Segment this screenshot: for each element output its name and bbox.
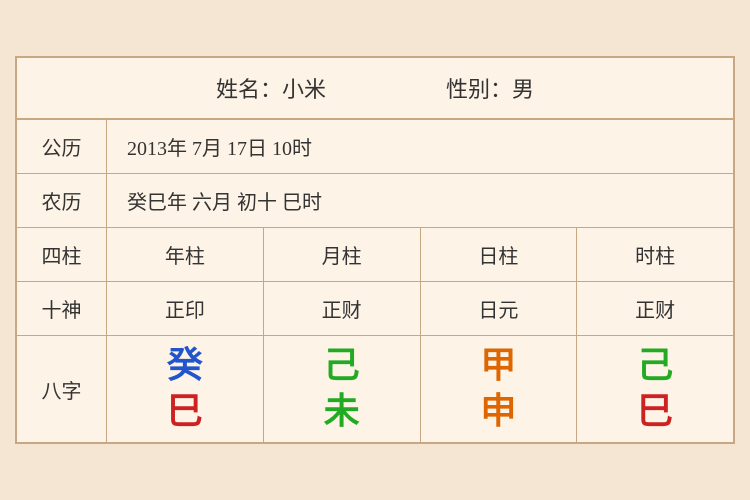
bazhi-label: 八字 [17,336,107,441]
bazhi-hour-top: 己 [637,346,673,386]
shishen-label: 十神 [17,282,107,335]
lunar-value: 癸巳年 六月 初十 巳时 [107,174,733,227]
bazhi-hour-bottom: 巳 [637,392,673,432]
main-container: 姓名：小米 性别：男 公历 2013年 7月 17日 10时 农历 癸巳年 六月… [15,56,735,443]
gender-label: 性别：男 [446,72,534,104]
solar-row: 公历 2013年 7月 17日 10时 [17,120,733,174]
lunar-row: 农历 癸巳年 六月 初十 巳时 [17,174,733,228]
solar-value: 2013年 7月 17日 10时 [107,120,733,173]
name-label: 姓名：小米 [216,72,326,104]
shishen-year: 正印 [107,282,264,335]
solar-label: 公历 [17,120,107,173]
bazhi-hour-cell: 己 巳 [577,336,733,441]
bazhi-year-cell: 癸 巳 [107,336,264,441]
shishen-hour: 正财 [577,282,733,335]
bazhi-year-bottom: 巳 [167,392,203,432]
bazhi-month-top: 己 [324,346,360,386]
hour-col-header: 时柱 [577,228,733,281]
bazhi-day-top: 甲 [480,346,516,386]
header-row: 姓名：小米 性别：男 [17,58,733,120]
bazhi-month-bottom: 未 [324,392,360,432]
month-col-header: 月柱 [264,228,421,281]
day-col-header: 日柱 [421,228,578,281]
lunar-label: 农历 [17,174,107,227]
sizhu-header-row: 四柱 年柱 月柱 日柱 时柱 [17,228,733,282]
bazhi-day-bottom: 申 [480,392,516,432]
shishen-row: 十神 正印 正财 日元 正财 [17,282,733,336]
year-col-header: 年柱 [107,228,264,281]
bazhi-month-cell: 己 未 [264,336,421,441]
sizhu-label: 四柱 [17,228,107,281]
shishen-day: 日元 [421,282,578,335]
bazhi-year-top: 癸 [167,346,203,386]
shishen-month: 正财 [264,282,421,335]
bazhi-day-cell: 甲 申 [421,336,578,441]
bazhi-row: 八字 癸 巳 己 未 甲 申 己 巳 [17,336,733,441]
